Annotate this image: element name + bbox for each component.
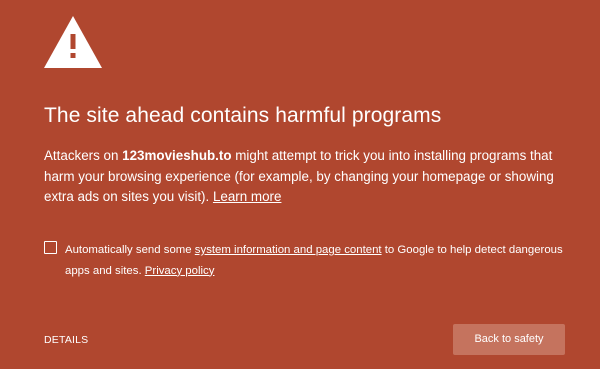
report-prefix: Automatically send some	[65, 244, 195, 256]
page-title: The site ahead contains harmful programs	[44, 104, 442, 127]
warning-triangle-icon	[44, 16, 102, 68]
details-button[interactable]: DETAILS	[44, 334, 88, 346]
back-to-safety-button[interactable]: Back to safety	[453, 324, 565, 355]
report-label: Automatically send some system informati…	[65, 240, 564, 281]
privacy-policy-link[interactable]: Privacy policy	[145, 265, 215, 277]
warning-message: Attackers on 123movieshub.to might attem…	[44, 146, 564, 208]
system-information-link[interactable]: system information and page content	[195, 244, 382, 256]
message-prefix: Attackers on	[44, 148, 123, 163]
learn-more-link[interactable]: Learn more	[213, 189, 281, 204]
report-checkbox[interactable]	[44, 241, 57, 254]
report-option: Automatically send some system informati…	[44, 240, 564, 281]
site-name: 123movieshub.to	[122, 148, 232, 163]
